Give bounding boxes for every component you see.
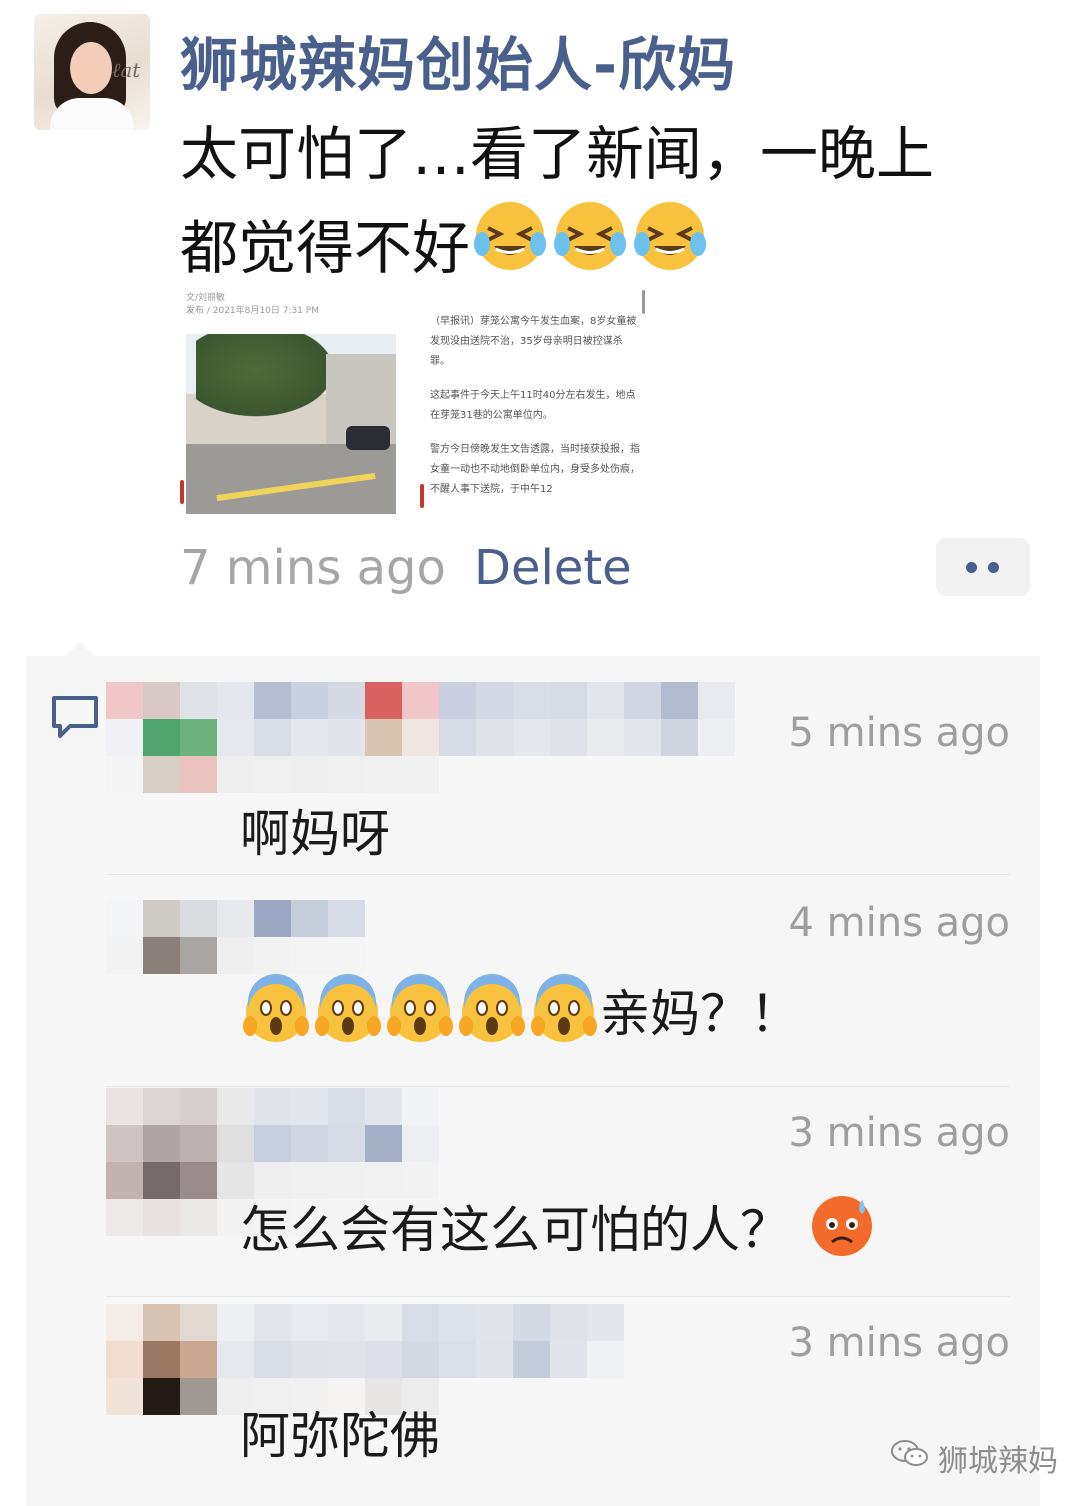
news-byline: 文/刘丽敏 发布 / 2021年8月10日 7:31 PM — [186, 292, 319, 318]
post-text-line-1: 太可怕了…看了新闻，一晚上 — [180, 120, 935, 188]
screaming-face-emoji — [384, 974, 456, 1046]
comment-text: 怎么会有这么可怕的人？ — [240, 1201, 790, 1259]
blurred-username — [106, 900, 365, 974]
news-paragraph: 这起事件于今天上午11时40分左右发生，地点在芽笼31巷的公寓单位内。 — [430, 390, 636, 421]
news-paragraph: （早报讯）芽笼公寓今午发生血案，8岁女童被发现没由送院不治，35岁母亲明日被控谋… — [430, 316, 637, 367]
watermark: 狮城辣妈 — [890, 1436, 1058, 1480]
news-article-text: （早报讯）芽笼公寓今午发生血案，8岁女童被发现没由送院不治，35岁母亲明日被控谋… — [430, 312, 640, 514]
page-marker — [420, 484, 424, 508]
news-paragraph: 警方今日傍晚发生文告透露，当时接获投报，指女童一动也不动地倒卧单位内，身受多处伤… — [430, 444, 640, 495]
blurred-username — [106, 682, 735, 793]
screaming-face-emoji — [240, 974, 312, 1046]
post-text-line-2-words: 都觉得不好 — [180, 214, 471, 282]
comment-text: 啊妈呀 — [240, 805, 390, 863]
comment-divider — [106, 1296, 1010, 1297]
comment-divider — [106, 1086, 1010, 1087]
page-marker — [180, 480, 184, 504]
post-text-line-2: 都觉得不好 — [180, 196, 1050, 290]
comment-timestamp: 3 mins ago — [788, 1110, 1010, 1156]
more-actions-button[interactable] — [936, 538, 1030, 596]
post-text: 太可怕了…看了新闻，一晚上 都觉得不好 — [180, 112, 1050, 290]
comment-timestamp: 5 mins ago — [788, 710, 1010, 756]
comment-timestamp: 3 mins ago — [788, 1320, 1010, 1366]
comment-content: 怎么会有这么可怕的人？ — [240, 1190, 876, 1262]
screaming-face-emoji — [312, 974, 384, 1046]
more-dot-icon — [966, 562, 977, 573]
comment-section-pointer — [66, 642, 94, 656]
watermark-text: 狮城辣妈 — [938, 1444, 1058, 1479]
screaming-face-emoji — [456, 974, 528, 1046]
news-date: 发布 / 2021年8月10日 7:31 PM — [186, 306, 319, 316]
news-screenshot-image[interactable]: 文/刘丽敏 发布 / 2021年8月10日 7:31 PM （早报讯）芽笼公寓今… — [180, 284, 652, 516]
news-author: 文/刘丽敏 — [186, 293, 226, 303]
comment-item[interactable]: 3 mins ago 阿弥陀佛 — [106, 1296, 1010, 1506]
screaming-face-emoji — [528, 974, 600, 1046]
comment-section: 5 mins ago 啊妈呀 4 mins ago 亲妈？！ 3 mins ag… — [26, 642, 1040, 1506]
comment-item[interactable]: 3 mins ago 怎么会有这么可怕的人？ — [106, 1086, 1010, 1296]
author-avatar[interactable]: ℓat — [34, 14, 150, 130]
news-photo — [186, 334, 396, 514]
avatar-doodle: ℓat — [112, 58, 141, 82]
photo-tree — [196, 334, 346, 424]
avatar-face — [70, 42, 112, 94]
tears-of-joy-emoji — [470, 196, 550, 276]
comment-content: 亲妈？！ — [240, 974, 800, 1046]
comment-item[interactable]: 4 mins ago 亲妈？！ — [106, 874, 1010, 1086]
delete-button[interactable]: Delete — [474, 540, 632, 596]
comment-timestamp: 4 mins ago — [788, 900, 1010, 946]
comment-bubble-icon — [50, 694, 100, 744]
wechat-logo-icon — [890, 1438, 930, 1478]
comment-divider — [106, 874, 1010, 875]
post-timestamp: 7 mins ago — [180, 540, 446, 596]
tears-of-joy-emoji — [550, 196, 630, 276]
tears-of-joy-emoji — [630, 196, 710, 276]
flushed-sweat-emoji — [808, 1192, 876, 1260]
page-marker — [642, 290, 645, 314]
post-author-name[interactable]: 狮城辣妈创始人-欣妈 — [180, 18, 736, 102]
comment-text: 亲妈？！ — [600, 985, 800, 1043]
more-dot-icon — [988, 562, 999, 573]
comment-item[interactable]: 5 mins ago 啊妈呀 — [106, 678, 1010, 874]
avatar-shirt — [50, 98, 134, 130]
photo-car — [346, 426, 390, 450]
comment-text: 阿弥陀佛 — [240, 1407, 440, 1465]
